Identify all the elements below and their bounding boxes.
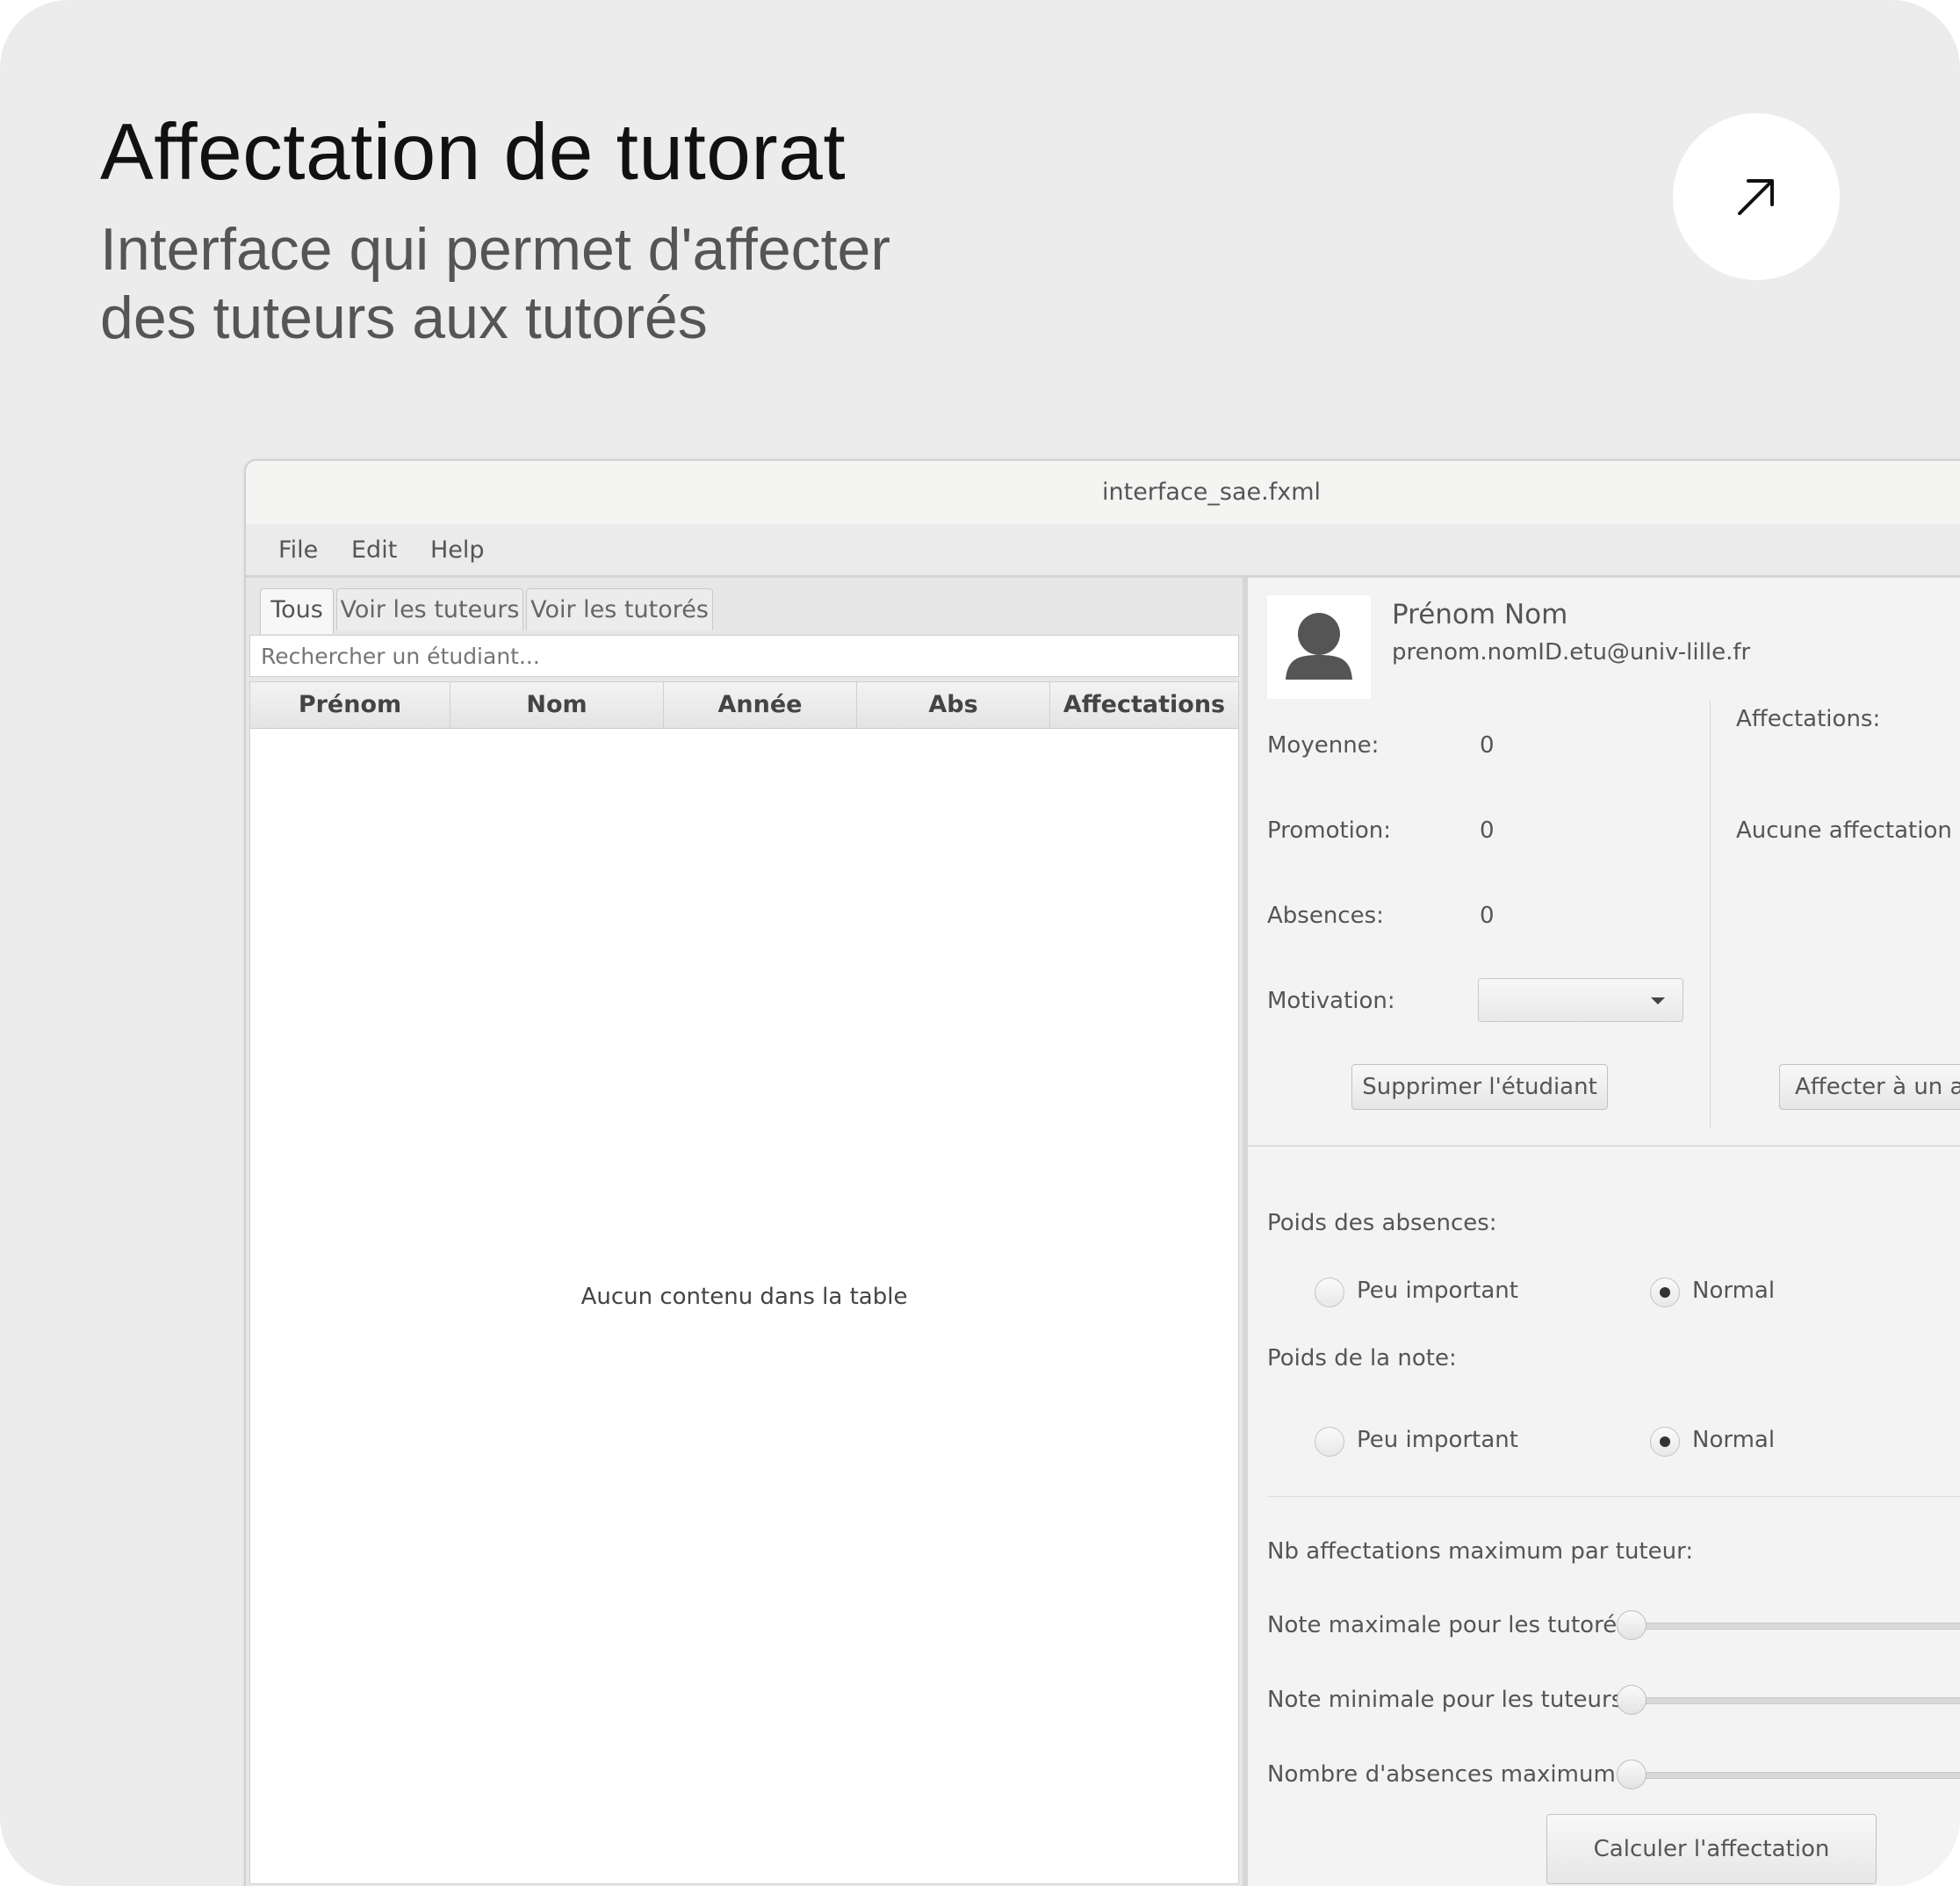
card-subtitle-line-1: Interface qui permet d'affecter bbox=[100, 216, 891, 283]
motivation-label: Motivation: bbox=[1267, 988, 1395, 1014]
affectations-value: Aucune affectation bbox=[1736, 817, 1952, 844]
max-absences-slider[interactable] bbox=[1617, 1760, 1647, 1789]
max-tutored-grade-slider-track[interactable] bbox=[1636, 1623, 1960, 1630]
min-tutor-grade-slider[interactable] bbox=[1617, 1685, 1647, 1715]
absences-normal-label[interactable]: Normal bbox=[1692, 1278, 1775, 1304]
avatar bbox=[1267, 595, 1371, 699]
poids-note-label: Poids de la note: bbox=[1267, 1345, 1457, 1371]
absences-peu-important-radio[interactable] bbox=[1315, 1278, 1344, 1307]
max-assignments-label: Nb affectations maximum par tuteur: bbox=[1267, 1538, 1694, 1565]
section-divider bbox=[1248, 1145, 1960, 1147]
student-table: Prénom Nom Année Abs Affectations Aucun … bbox=[249, 681, 1239, 1884]
max-absences-slider-track[interactable] bbox=[1636, 1772, 1960, 1779]
promotion-label: Promotion: bbox=[1267, 817, 1392, 844]
card-title: Affectation de tutorat bbox=[100, 108, 847, 197]
menu-file[interactable]: File bbox=[278, 536, 318, 564]
card-subtitle-line-2: des tuteurs aux tutorés bbox=[100, 284, 708, 351]
menu-help[interactable]: Help bbox=[430, 536, 485, 564]
table-empty-message: Aucun contenu dans la table bbox=[580, 1284, 908, 1310]
note-peu-important-label[interactable]: Peu important bbox=[1357, 1427, 1518, 1453]
compute-assignment-button[interactable]: Calculer l'affectation bbox=[1546, 1814, 1877, 1884]
note-normal-label[interactable]: Normal bbox=[1692, 1427, 1775, 1453]
search-input[interactable] bbox=[249, 635, 1239, 677]
app-window: interface_sae.fxml File Edit Help Tous V… bbox=[244, 459, 1960, 1886]
moyenne-label: Moyenne: bbox=[1267, 732, 1380, 759]
window-titlebar[interactable]: interface_sae.fxml bbox=[246, 461, 1960, 525]
window-title: interface_sae.fxml bbox=[1102, 479, 1322, 506]
absences-value: 0 bbox=[1480, 903, 1495, 929]
tab-tous[interactable]: Tous bbox=[260, 588, 334, 634]
max-tutored-grade-label: Note maximale pour les tutorés: bbox=[1267, 1612, 1637, 1638]
note-peu-important-radio[interactable] bbox=[1315, 1427, 1344, 1457]
delete-student-button[interactable]: Supprimer l'étudiant bbox=[1351, 1064, 1608, 1110]
details-divider bbox=[1710, 701, 1711, 1128]
chevron-down-icon bbox=[1651, 997, 1665, 1004]
student-name: Prénom Nom bbox=[1392, 599, 1568, 630]
menu-edit[interactable]: Edit bbox=[351, 536, 397, 564]
assign-button[interactable]: Affecter à un au bbox=[1779, 1064, 1960, 1110]
absences-peu-important-label[interactable]: Peu important bbox=[1357, 1278, 1518, 1304]
moyenne-value: 0 bbox=[1480, 732, 1495, 759]
poids-absences-label: Poids des absences: bbox=[1267, 1210, 1497, 1236]
min-tutor-grade-label: Note minimale pour les tuteurs: bbox=[1267, 1687, 1632, 1713]
promotion-value: 0 bbox=[1480, 817, 1495, 844]
min-tutor-grade-slider-track[interactable] bbox=[1636, 1697, 1960, 1704]
project-card: Affectation de tutorat Interface qui per… bbox=[0, 0, 1960, 1886]
max-absences-label: Nombre d'absences maximum: bbox=[1267, 1761, 1624, 1788]
tab-voir-tutores[interactable]: Voir les tutorés bbox=[526, 588, 713, 630]
menu-bar: File Edit Help bbox=[246, 524, 1960, 578]
arrow-up-right-icon bbox=[1738, 179, 1774, 215]
open-project-button[interactable] bbox=[1673, 113, 1840, 280]
student-email: prenom.nomID.etu@univ-lille.fr bbox=[1392, 639, 1751, 666]
motivation-select[interactable] bbox=[1478, 978, 1683, 1022]
affectations-label: Affectations: bbox=[1736, 706, 1881, 732]
column-nom[interactable]: Nom bbox=[450, 682, 664, 728]
tab-voir-tuteurs[interactable]: Voir les tuteurs bbox=[336, 588, 523, 630]
column-annee[interactable]: Année bbox=[664, 682, 857, 728]
table-header: Prénom Nom Année Abs Affectations bbox=[250, 682, 1238, 729]
column-abs[interactable]: Abs bbox=[857, 682, 1050, 728]
student-list-pane: Tous Voir les tuteurs Voir les tutorés P… bbox=[246, 578, 1248, 1886]
absences-label: Absences: bbox=[1267, 903, 1384, 929]
note-normal-radio[interactable] bbox=[1650, 1427, 1680, 1457]
column-affectations[interactable]: Affectations bbox=[1050, 682, 1238, 728]
settings-divider bbox=[1267, 1496, 1960, 1497]
max-tutored-grade-slider[interactable] bbox=[1617, 1610, 1647, 1640]
user-silhouette-icon bbox=[1286, 613, 1352, 680]
column-prenom[interactable]: Prénom bbox=[250, 682, 450, 728]
student-details-pane: Prénom Nom prenom.nomID.etu@univ-lille.f… bbox=[1248, 578, 1960, 1886]
card-subtitle: Interface qui permet d'affecter des tute… bbox=[100, 215, 890, 352]
absences-normal-radio[interactable] bbox=[1650, 1278, 1680, 1307]
